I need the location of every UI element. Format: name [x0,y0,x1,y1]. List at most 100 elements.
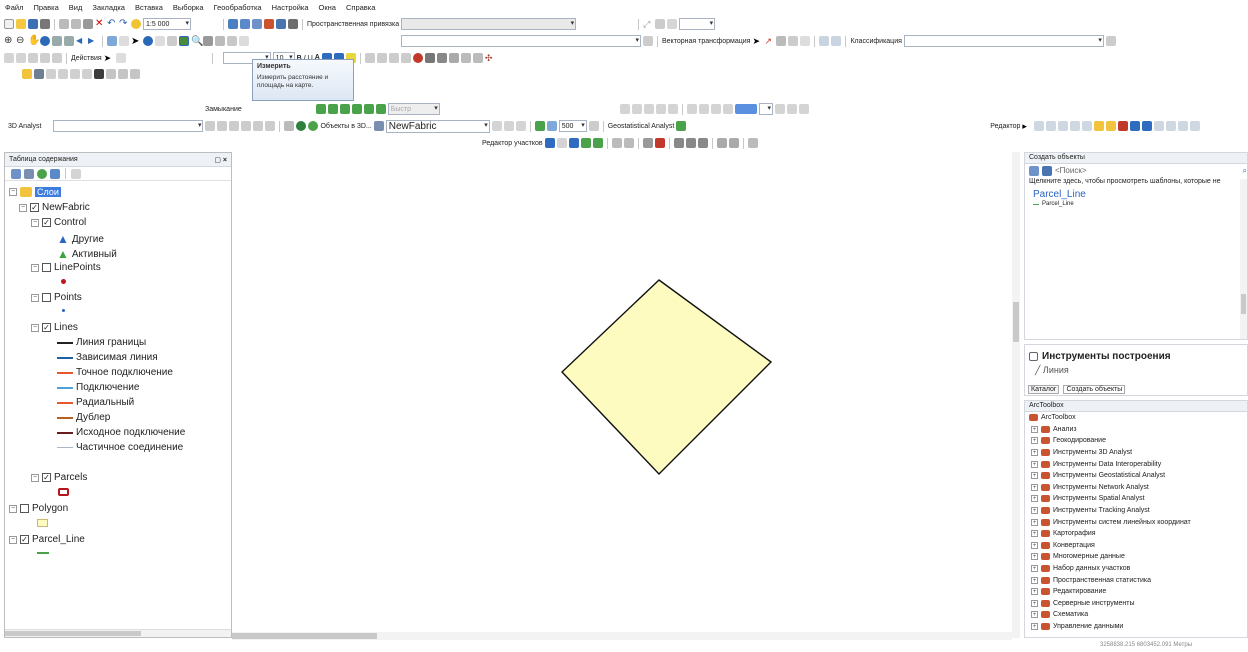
parcel-tool-6-icon[interactable] [623,138,634,148]
toolbox-item-label[interactable]: Пространственная статистика [1053,577,1151,584]
spatial-ref-layer-combobox[interactable] [401,18,577,30]
templates-hint-link[interactable]: Щелкните здесь, чтобы просмотреть шаблон… [1025,177,1247,186]
fabric-tool-3-icon[interactable] [515,121,526,131]
expand-icon[interactable]: + [1031,472,1038,480]
classification-layer-combobox[interactable] [903,35,1104,47]
time-slider-icon[interactable] [227,36,237,46]
topology-edit-icon[interactable] [16,53,26,63]
selected-tool-icon[interactable] [735,104,757,114]
zoom-in-icon[interactable]: ⊕ [4,36,14,46]
collapse-icon[interactable]: − [31,218,39,227]
spatial-adjust-icon[interactable]: ✣ [485,53,495,63]
edit-more-icon[interactable] [1190,121,1201,131]
error-inspector-icon[interactable] [118,69,128,79]
draw-tool-3-icon[interactable] [644,104,654,114]
toolbox-item-label[interactable]: Инструменты Geostatistical Analyst [1053,472,1165,479]
expand-icon[interactable]: + [1031,576,1038,584]
toc-pin-icon[interactable]: ▢ [214,157,221,164]
fabric-combobox[interactable]: NewFabric [385,119,490,133]
construct-features-icon[interactable] [70,69,80,79]
identity-link-icon[interactable] [788,36,799,46]
toolbox-item[interactable]: + Схематика [1025,609,1247,621]
parcel-editor-menu[interactable]: Редактор участков [482,140,543,147]
parcel-line-row[interactable]: − ✓ Parcel_Line [9,534,85,545]
toolbox-item[interactable]: + Картография [1025,528,1247,540]
toolbox-item[interactable]: + Управление данными [1025,621,1247,633]
polygon-row[interactable]: − Polygon [9,503,68,514]
draw-tool-12-icon[interactable] [799,104,809,114]
map-view[interactable] [232,152,1012,640]
geostat-menu[interactable]: Geostatistical Analyst [608,123,675,130]
toolbox-item[interactable]: + Инструменты Geostatistical Analyst [1025,470,1247,482]
layer-checkbox[interactable] [20,504,29,513]
fix-topology-icon[interactable] [106,69,116,79]
align-edge-icon[interactable] [40,53,50,63]
point-snap-icon[interactable] [315,104,326,114]
parcel-join-icon[interactable] [472,53,483,63]
parcel-details-icon[interactable] [424,53,435,63]
validate-icon[interactable] [94,69,104,79]
menu-edit[interactable]: Правка [32,2,59,13]
expand-icon[interactable]: + [1031,483,1038,491]
reshape-edge-icon[interactable] [52,53,62,63]
collapse-icon[interactable]: − [9,535,17,544]
save-icon[interactable] [28,19,38,29]
vector-transform-icon[interactable] [643,36,653,46]
point-tool-icon[interactable] [1082,121,1093,131]
menu-bookmarks[interactable]: Закладка [91,2,126,13]
modify-link-icon[interactable] [776,36,787,46]
map-topology-icon[interactable] [22,69,32,79]
parcel-tool-8-icon[interactable] [654,138,665,148]
shared-features-icon[interactable] [28,53,38,63]
toc-window-icon[interactable] [240,19,250,29]
zoom-step-icon[interactable] [588,121,599,131]
toolbox-item-label[interactable]: Инструменты Spatial Analyst [1053,495,1145,502]
new-document-icon[interactable] [4,19,14,29]
expand-icon[interactable]: + [1031,622,1038,630]
toolbox-item[interactable]: + Конвертация [1025,540,1247,552]
draw-tool-11-icon[interactable] [787,104,797,114]
create-features-icon[interactable] [1178,121,1189,131]
menu-file[interactable]: Файл [4,2,24,13]
measure-icon[interactable] [179,36,189,46]
redo-icon[interactable]: ↷ [119,19,129,29]
back-extent-icon[interactable]: ◀ [76,36,86,46]
parcel-tool-4-icon[interactable] [592,138,603,148]
fixed-zoom-out-icon[interactable] [64,36,74,46]
paste-icon[interactable] [83,19,93,29]
create-profile-icon[interactable] [284,121,295,131]
find-route-icon[interactable] [203,36,213,46]
steepest-path-icon[interactable] [217,121,228,131]
line-of-sight-icon[interactable] [229,121,240,131]
draw-tool-7-icon[interactable] [699,104,709,114]
menu-customize[interactable]: Настройка [271,2,310,13]
parcel-points-icon[interactable] [460,53,471,63]
arctoolbox-window-icon[interactable] [264,19,274,29]
find-icon[interactable]: 🔍 [191,36,203,47]
show-shared-icon[interactable] [58,69,68,79]
map-canvas[interactable] [232,152,1012,640]
link-table-icon[interactable] [655,19,666,29]
parcels-row[interactable]: − ✓ Parcels [31,472,87,483]
toolbox-item[interactable]: + Анализ [1025,424,1247,436]
edit-pointer-icon[interactable]: ▸ [1022,121,1032,131]
identify-icon[interactable] [143,36,153,46]
contour-icon[interactable] [205,121,216,131]
toolbox-item[interactable]: + Редактирование [1025,586,1247,598]
transform-settings-icon[interactable] [831,36,842,46]
lines-label[interactable]: Lines [54,322,78,333]
expand-icon[interactable]: + [1031,425,1038,433]
python-window-icon[interactable] [276,19,286,29]
georef-layer-combobox[interactable] [401,35,641,47]
map-scrollbar-thumb[interactable] [232,633,377,639]
fabric-tool-1-icon[interactable] [491,121,502,131]
expand-icon[interactable]: + [1031,449,1038,457]
pan-icon[interactable]: ✋ [28,36,40,46]
toolbox-item-label[interactable]: Картография [1053,530,1096,537]
snapping-menu[interactable]: Замыкание [205,106,242,113]
pointer-icon[interactable]: ➤ [104,53,114,63]
toolbox-item-label[interactable]: Инструменты Tracking Analyst [1053,507,1150,514]
list-by-selection-icon[interactable] [50,168,60,179]
parcels-label[interactable]: Parcels [54,472,87,483]
construct-icon[interactable] [400,53,411,63]
